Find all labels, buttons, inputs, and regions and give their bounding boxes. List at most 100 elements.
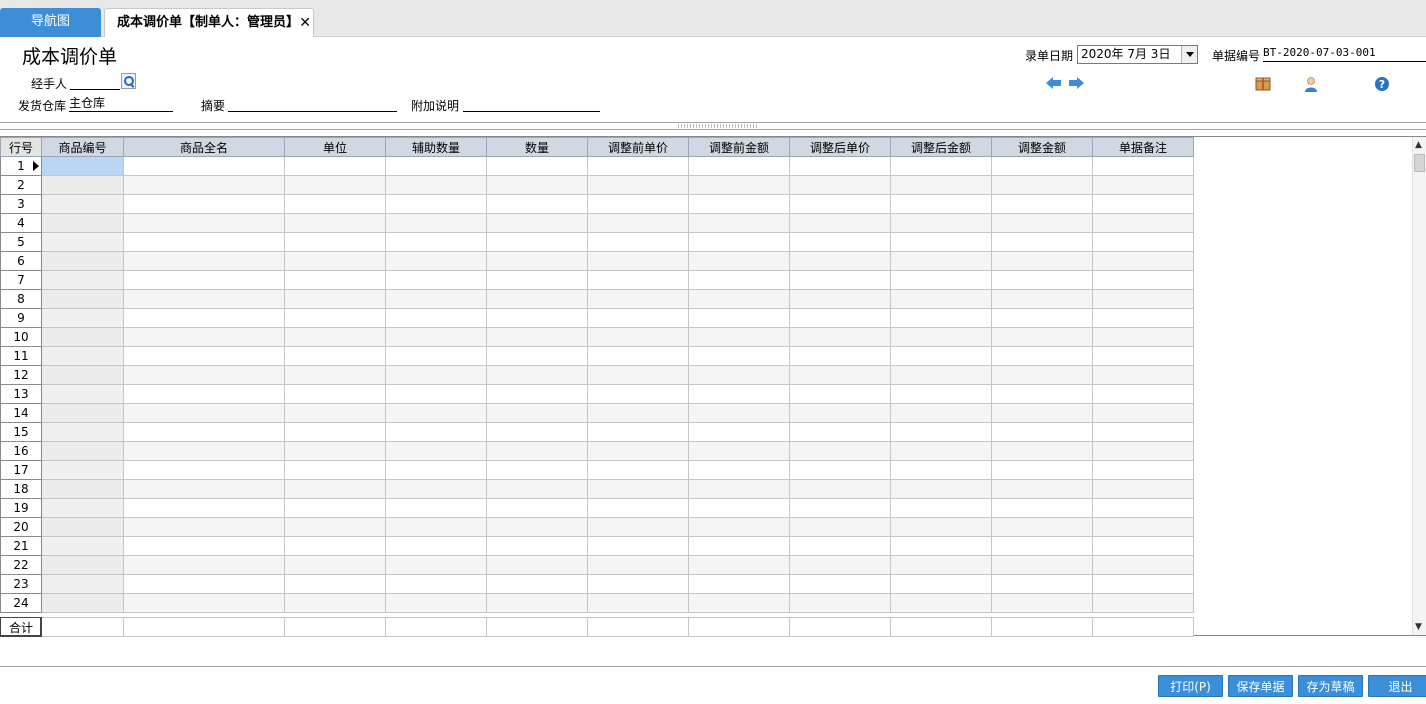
grid-cell[interactable] bbox=[789, 403, 891, 423]
column-header[interactable]: 单据备注 bbox=[1092, 137, 1194, 157]
grid-cell[interactable] bbox=[1092, 232, 1194, 252]
grid-cell[interactable] bbox=[1092, 213, 1194, 233]
grid-cell[interactable] bbox=[1092, 498, 1194, 518]
grid-cell[interactable] bbox=[688, 365, 790, 385]
grid-cell[interactable] bbox=[991, 232, 1093, 252]
grid-cell[interactable] bbox=[789, 422, 891, 442]
grid-cell[interactable] bbox=[789, 346, 891, 366]
grid-cell[interactable] bbox=[123, 479, 285, 499]
grid-cell[interactable] bbox=[688, 384, 790, 404]
grid-cell[interactable] bbox=[41, 213, 124, 233]
grid-cell[interactable] bbox=[123, 441, 285, 461]
grid-cell[interactable] bbox=[1092, 346, 1194, 366]
grid-cell[interactable] bbox=[385, 327, 487, 347]
grid-cell[interactable] bbox=[385, 593, 487, 613]
grid-cell[interactable] bbox=[991, 479, 1093, 499]
grid-cell[interactable] bbox=[991, 156, 1093, 176]
grid-cell[interactable] bbox=[587, 289, 689, 309]
grid-cell[interactable] bbox=[991, 365, 1093, 385]
grid-cell[interactable] bbox=[991, 441, 1093, 461]
grid-cell[interactable] bbox=[284, 574, 386, 594]
grid-cell[interactable] bbox=[991, 574, 1093, 594]
grid-cell[interactable] bbox=[385, 517, 487, 537]
grid-cell[interactable] bbox=[41, 403, 124, 423]
grid-cell[interactable] bbox=[385, 403, 487, 423]
grid-cell[interactable] bbox=[41, 327, 124, 347]
grid-cell[interactable] bbox=[385, 441, 487, 461]
column-header[interactable]: 调整后单价 bbox=[789, 137, 891, 157]
grid-cell[interactable] bbox=[41, 175, 124, 195]
grid-cell[interactable] bbox=[385, 289, 487, 309]
grid-cell[interactable] bbox=[789, 536, 891, 556]
grid-cell[interactable] bbox=[991, 555, 1093, 575]
grid-cell[interactable] bbox=[688, 593, 790, 613]
grid-cell[interactable] bbox=[486, 555, 588, 575]
grid-cell[interactable] bbox=[385, 232, 487, 252]
grid-cell[interactable] bbox=[123, 498, 285, 518]
grid-cell[interactable] bbox=[688, 308, 790, 328]
handler-field[interactable] bbox=[70, 74, 120, 90]
grid-cell[interactable] bbox=[385, 156, 487, 176]
grid-cell[interactable] bbox=[789, 460, 891, 480]
print-button[interactable]: 打印(P) bbox=[1158, 675, 1223, 697]
column-header[interactable]: 调整后金额 bbox=[890, 137, 992, 157]
grid-cell[interactable] bbox=[688, 574, 790, 594]
grid-cell[interactable] bbox=[41, 289, 124, 309]
grid-cell[interactable] bbox=[385, 175, 487, 195]
grid-cell[interactable] bbox=[123, 403, 285, 423]
grid-cell[interactable] bbox=[385, 365, 487, 385]
column-header[interactable]: 辅助数量 bbox=[385, 137, 487, 157]
grid-cell[interactable] bbox=[688, 441, 790, 461]
grid-cell[interactable] bbox=[385, 460, 487, 480]
grid-cell[interactable] bbox=[890, 365, 992, 385]
grid-cell[interactable] bbox=[688, 479, 790, 499]
grid-cell[interactable] bbox=[890, 213, 992, 233]
grid-cell[interactable] bbox=[385, 346, 487, 366]
grid-cell[interactable] bbox=[486, 194, 588, 214]
grid-cell[interactable] bbox=[991, 460, 1093, 480]
grid-cell[interactable] bbox=[1092, 384, 1194, 404]
grid-cell[interactable] bbox=[284, 555, 386, 575]
grid-cell[interactable] bbox=[688, 498, 790, 518]
grid-cell[interactable] bbox=[587, 384, 689, 404]
grid-cell[interactable] bbox=[486, 593, 588, 613]
grid-cell[interactable] bbox=[991, 213, 1093, 233]
grid-cell[interactable] bbox=[1092, 479, 1194, 499]
grid-cell[interactable] bbox=[123, 251, 285, 271]
grid-cell[interactable] bbox=[789, 194, 891, 214]
grid-cell[interactable] bbox=[991, 346, 1093, 366]
grid-cell[interactable] bbox=[890, 251, 992, 271]
grid-cell[interactable] bbox=[587, 365, 689, 385]
note-field[interactable] bbox=[463, 96, 600, 112]
column-header[interactable]: 商品全名 bbox=[123, 137, 285, 157]
grid-cell[interactable] bbox=[486, 327, 588, 347]
grid-cell[interactable] bbox=[789, 384, 891, 404]
grid-cell[interactable] bbox=[41, 422, 124, 442]
grid-cell[interactable] bbox=[123, 327, 285, 347]
grid-cell[interactable] bbox=[1092, 593, 1194, 613]
grid-cell[interactable] bbox=[284, 536, 386, 556]
grid-cell[interactable] bbox=[385, 251, 487, 271]
grid-cell[interactable] bbox=[688, 175, 790, 195]
grid-cell[interactable] bbox=[1092, 308, 1194, 328]
grid-cell[interactable] bbox=[123, 460, 285, 480]
grid-cell[interactable] bbox=[789, 213, 891, 233]
grid-cell[interactable] bbox=[587, 213, 689, 233]
grid-cell[interactable] bbox=[284, 270, 386, 290]
grid-cell[interactable] bbox=[688, 194, 790, 214]
grid-cell[interactable] bbox=[587, 536, 689, 556]
arrow-left-icon[interactable] bbox=[1046, 77, 1062, 89]
grid-cell[interactable] bbox=[890, 403, 992, 423]
grid-cell[interactable] bbox=[41, 194, 124, 214]
grid-cell[interactable] bbox=[587, 327, 689, 347]
grid-cell[interactable] bbox=[486, 289, 588, 309]
grid-cell[interactable] bbox=[123, 517, 285, 537]
grid-cell[interactable] bbox=[890, 574, 992, 594]
grid-cell[interactable] bbox=[385, 194, 487, 214]
grid-cell[interactable] bbox=[587, 441, 689, 461]
grid-cell[interactable] bbox=[486, 251, 588, 271]
grid-cell[interactable] bbox=[1092, 251, 1194, 271]
grid-cell[interactable] bbox=[123, 175, 285, 195]
grid-cell[interactable] bbox=[789, 327, 891, 347]
grid-cell[interactable] bbox=[385, 308, 487, 328]
